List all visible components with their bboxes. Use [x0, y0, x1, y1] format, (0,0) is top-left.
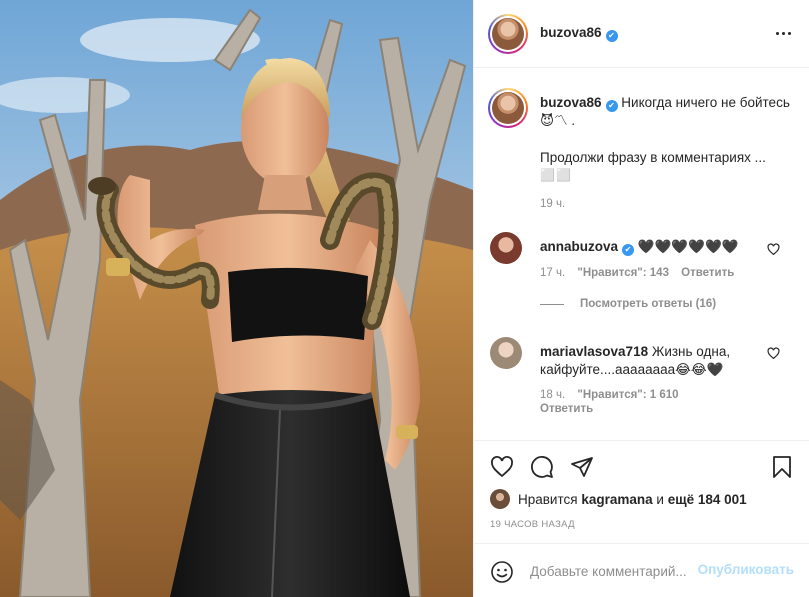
post-timestamp[interactable]: 19 ЧАСОВ НАЗАД: [490, 519, 575, 530]
author-username[interactable]: buzova86: [540, 25, 602, 40]
view-replies-button[interactable]: Посмотреть ответы (16): [540, 298, 716, 310]
comment-body: 🖤🖤🖤🖤🖤🖤: [637, 239, 739, 254]
post-side-panel: buzova86 ✔ buzova86 ✔ Никогда ничего не бо…: [473, 0, 809, 597]
comment-meta: 17 ч. "Нравится": 143 Ответить: [540, 267, 743, 279]
caption-username[interactable]: buzova86: [540, 95, 602, 110]
likes-count[interactable]: ещё 184 001: [668, 492, 747, 507]
instagram-post: buzova86 ✔ buzova86 ✔ Никогда ничего не бо…: [0, 0, 809, 597]
heart-icon[interactable]: [490, 455, 514, 479]
caption-time[interactable]: 19 ч.: [540, 198, 565, 210]
likes-and: и: [656, 491, 664, 507]
bookmark-icon[interactable]: [770, 455, 794, 479]
likes-summary: Нравится kagramana и ещё 184 001: [490, 489, 747, 509]
more-horizontal-icon[interactable]: [774, 24, 794, 44]
comment-time[interactable]: 18 ч.: [540, 389, 565, 401]
caption-text: buzova86 ✔ Никогда ничего не бойтесь 😈〽 .: [540, 94, 795, 130]
comment-likes[interactable]: "Нравится": 143: [577, 267, 669, 279]
verified-badge-icon: ✔: [605, 30, 618, 42]
comment-text: mariavlasova718 Жизнь одна, кайфуйте....…: [540, 343, 770, 379]
liker-avatar[interactable]: [490, 489, 510, 509]
like-comment-heart-icon[interactable]: [767, 347, 780, 360]
emoji-icon[interactable]: [490, 560, 514, 584]
comment-meta-reply: Ответить: [540, 403, 602, 415]
caption-line2: Продолжи фразу в комментариях ...: [540, 150, 766, 165]
reply-button[interactable]: Ответить: [540, 403, 593, 415]
comment-text: annabuzova ✔ 🖤🖤🖤🖤🖤🖤: [540, 238, 770, 256]
comment-time[interactable]: 17 ч.: [540, 267, 565, 279]
author-username-row[interactable]: buzova86 ✔: [540, 25, 618, 42]
comment-input[interactable]: [530, 560, 696, 582]
view-replies-label: Посмотреть ответы (16): [580, 298, 717, 310]
caption-avatar[interactable]: [488, 88, 528, 128]
comment-icon[interactable]: [530, 455, 554, 479]
comment-meta: 18 ч. "Нравится": 1 610: [540, 389, 688, 401]
caption-line3: ⬜⬜: [540, 168, 572, 182]
likes-prefix: Нравится: [518, 491, 578, 507]
commenter-avatar[interactable]: [490, 232, 522, 264]
verified-badge-icon: ✔: [622, 244, 635, 256]
post-photo[interactable]: [0, 0, 473, 597]
reply-button[interactable]: Ответить: [681, 267, 734, 279]
publish-button[interactable]: Опубликовать: [698, 562, 794, 577]
post-header: buzova86 ✔: [474, 0, 809, 68]
author-avatar[interactable]: [488, 14, 528, 54]
liker-username[interactable]: kagramana: [581, 492, 652, 507]
verified-badge-icon: ✔: [605, 100, 618, 112]
comment-username[interactable]: mariavlasova718: [540, 344, 648, 359]
commenter-avatar[interactable]: [490, 337, 522, 369]
share-icon[interactable]: [570, 455, 594, 479]
photo-illustration: [0, 0, 473, 597]
comment-username[interactable]: annabuzova: [540, 239, 618, 254]
comment-likes[interactable]: "Нравится": 1 610: [577, 389, 678, 401]
add-comment-bar: Опубликовать: [474, 543, 809, 597]
like-comment-heart-icon[interactable]: [767, 243, 780, 256]
